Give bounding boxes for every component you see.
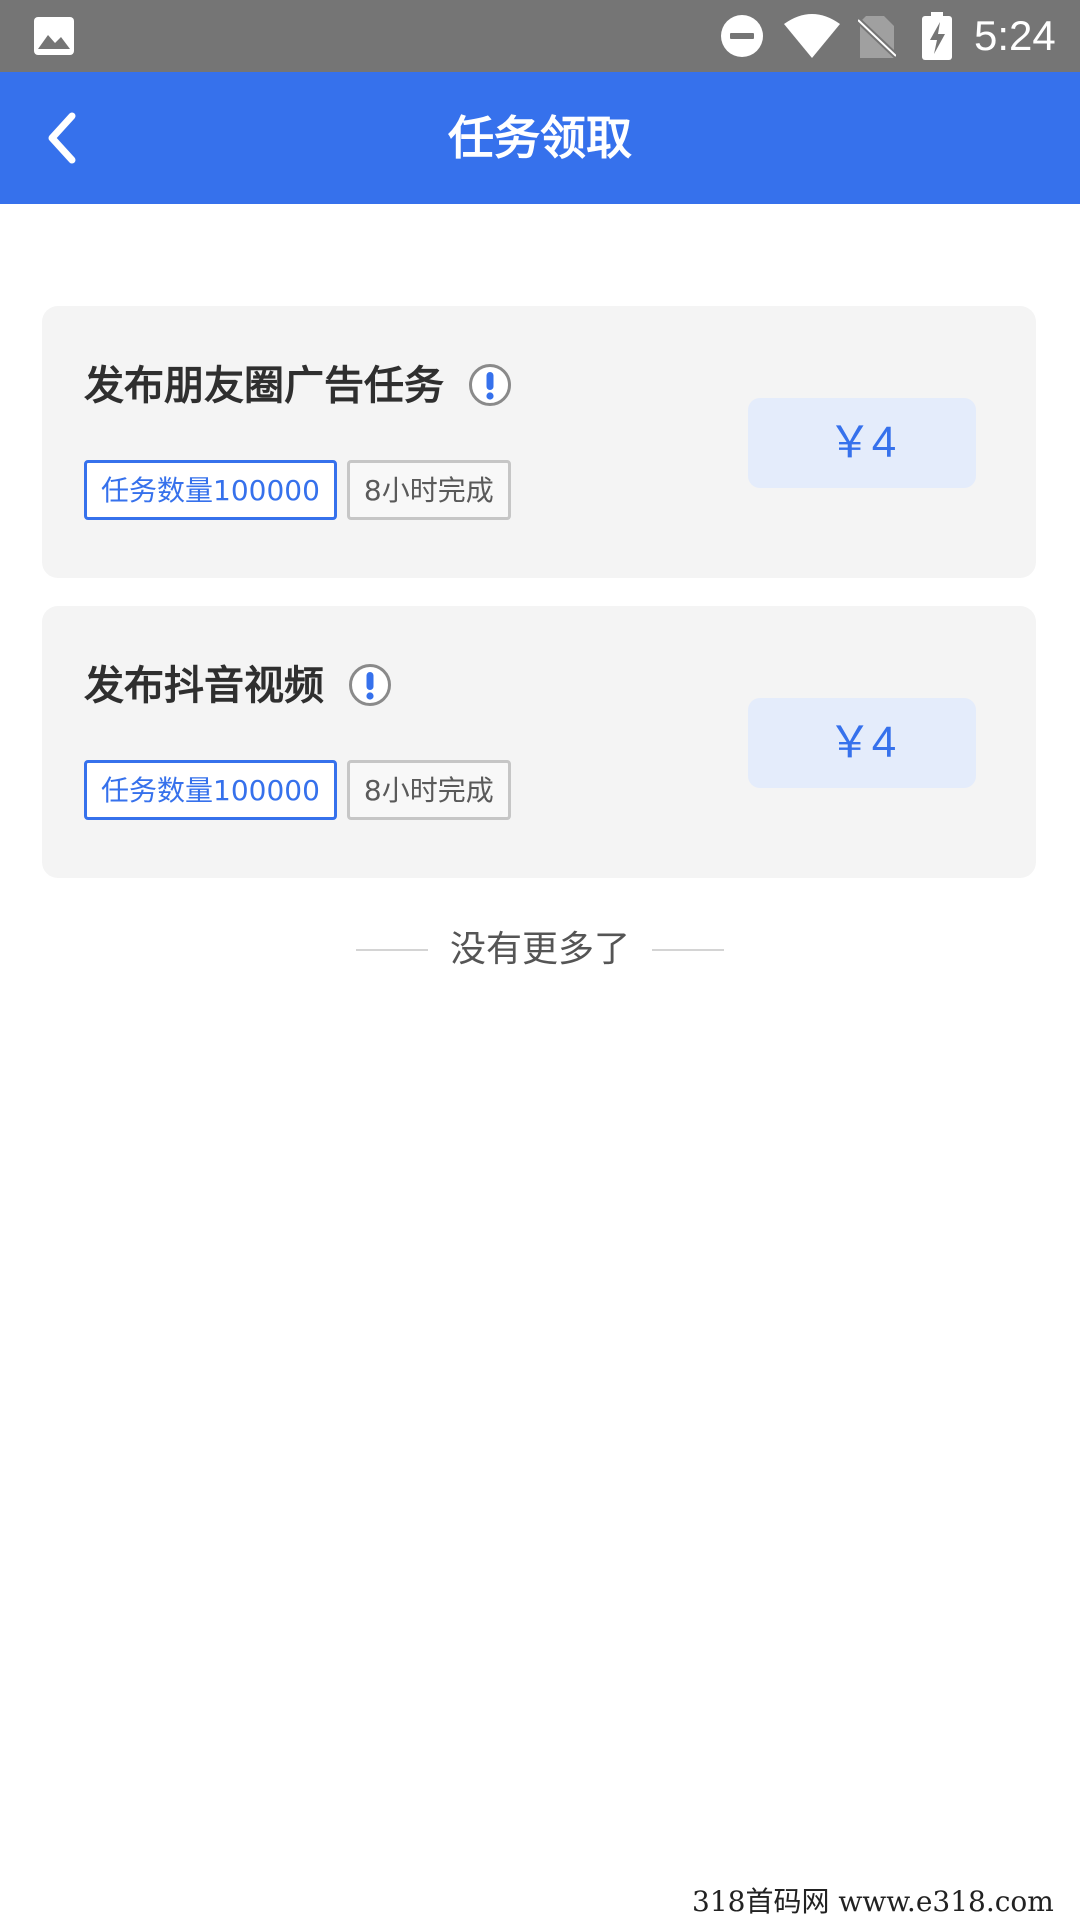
info-icon[interactable]: [348, 663, 392, 707]
no-sim-icon: [858, 16, 896, 59]
task-tags: 任务数量100000 8小时完成: [84, 460, 521, 520]
task-card[interactable]: 发布抖音视频 任务数量100000 8小时完成 ￥4: [42, 606, 1036, 878]
divider-right: [652, 949, 724, 951]
watermark-text: 318首码网 www.e318.com: [692, 1885, 1054, 1918]
status-bar: 5:24: [0, 0, 1080, 72]
task-title: 发布抖音视频: [84, 658, 392, 714]
wifi-icon: [784, 14, 840, 58]
do-not-disturb-icon: [721, 15, 763, 57]
info-icon[interactable]: [468, 363, 512, 407]
app-bar: 任务领取: [0, 72, 1080, 204]
task-time-tag: 8小时完成: [346, 460, 511, 520]
task-time-tag: 8小时完成: [346, 760, 511, 820]
task-count-tag: 任务数量100000: [84, 760, 337, 820]
task-tags: 任务数量100000 8小时完成: [84, 760, 521, 820]
page-title: 任务领取: [448, 111, 632, 165]
task-title-text: 发布朋友圈广告任务: [84, 363, 444, 409]
divider-left: [355, 949, 428, 951]
reward-button[interactable]: ￥4: [748, 398, 976, 488]
end-of-list: 没有更多了: [0, 920, 1080, 980]
task-count-tag: 任务数量100000: [84, 460, 337, 520]
end-of-list-text: 没有更多了: [449, 929, 630, 970]
task-title-text: 发布抖音视频: [84, 663, 324, 709]
task-title: 发布朋友圈广告任务: [84, 358, 512, 414]
status-time: 5:24: [974, 12, 1056, 59]
battery-charging-icon: [922, 12, 952, 60]
gallery-icon: [34, 17, 74, 55]
task-card[interactable]: 发布朋友圈广告任务 任务数量100000 8小时完成 ￥4: [42, 306, 1036, 578]
reward-button[interactable]: ￥4: [748, 698, 976, 788]
